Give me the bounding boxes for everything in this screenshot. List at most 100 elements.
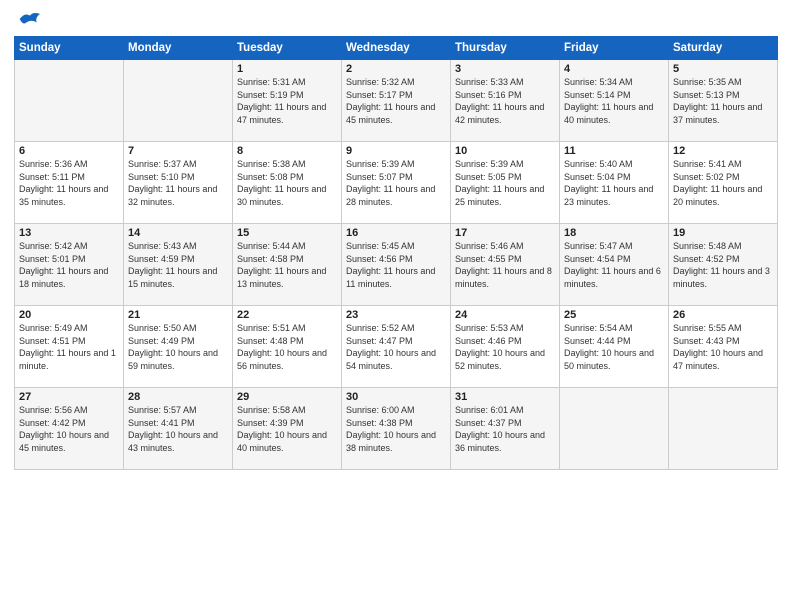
day-number: 3 bbox=[455, 63, 555, 75]
day-cell: 21Sunrise: 5:50 AM Sunset: 4:49 PM Dayli… bbox=[124, 306, 233, 388]
day-cell: 19Sunrise: 5:48 AM Sunset: 4:52 PM Dayli… bbox=[669, 224, 778, 306]
day-info: Sunrise: 5:31 AM Sunset: 5:19 PM Dayligh… bbox=[237, 76, 337, 126]
day-number: 9 bbox=[346, 145, 446, 157]
day-number: 21 bbox=[128, 309, 228, 321]
day-info: Sunrise: 6:01 AM Sunset: 4:37 PM Dayligh… bbox=[455, 404, 555, 454]
day-info: Sunrise: 5:40 AM Sunset: 5:04 PM Dayligh… bbox=[564, 158, 664, 208]
day-number: 16 bbox=[346, 227, 446, 239]
day-cell bbox=[669, 388, 778, 470]
day-info: Sunrise: 5:41 AM Sunset: 5:02 PM Dayligh… bbox=[673, 158, 773, 208]
day-number: 30 bbox=[346, 391, 446, 403]
header-cell-sunday: Sunday bbox=[15, 37, 124, 60]
day-number: 31 bbox=[455, 391, 555, 403]
day-cell bbox=[124, 60, 233, 142]
day-cell: 15Sunrise: 5:44 AM Sunset: 4:58 PM Dayli… bbox=[233, 224, 342, 306]
week-row-2: 6Sunrise: 5:36 AM Sunset: 5:11 PM Daylig… bbox=[15, 142, 778, 224]
day-number: 22 bbox=[237, 309, 337, 321]
day-number: 11 bbox=[564, 145, 664, 157]
day-info: Sunrise: 5:37 AM Sunset: 5:10 PM Dayligh… bbox=[128, 158, 228, 208]
day-info: Sunrise: 5:34 AM Sunset: 5:14 PM Dayligh… bbox=[564, 76, 664, 126]
day-number: 7 bbox=[128, 145, 228, 157]
day-cell: 18Sunrise: 5:47 AM Sunset: 4:54 PM Dayli… bbox=[560, 224, 669, 306]
day-number: 20 bbox=[19, 309, 119, 321]
week-row-1: 1Sunrise: 5:31 AM Sunset: 5:19 PM Daylig… bbox=[15, 60, 778, 142]
day-cell: 26Sunrise: 5:55 AM Sunset: 4:43 PM Dayli… bbox=[669, 306, 778, 388]
day-info: Sunrise: 5:32 AM Sunset: 5:17 PM Dayligh… bbox=[346, 76, 446, 126]
day-cell: 22Sunrise: 5:51 AM Sunset: 4:48 PM Dayli… bbox=[233, 306, 342, 388]
day-cell: 25Sunrise: 5:54 AM Sunset: 4:44 PM Dayli… bbox=[560, 306, 669, 388]
day-info: Sunrise: 5:47 AM Sunset: 4:54 PM Dayligh… bbox=[564, 240, 664, 290]
day-number: 29 bbox=[237, 391, 337, 403]
day-cell: 17Sunrise: 5:46 AM Sunset: 4:55 PM Dayli… bbox=[451, 224, 560, 306]
day-number: 8 bbox=[237, 145, 337, 157]
day-cell: 14Sunrise: 5:43 AM Sunset: 4:59 PM Dayli… bbox=[124, 224, 233, 306]
day-cell: 2Sunrise: 5:32 AM Sunset: 5:17 PM Daylig… bbox=[342, 60, 451, 142]
day-info: Sunrise: 5:55 AM Sunset: 4:43 PM Dayligh… bbox=[673, 322, 773, 372]
day-cell: 7Sunrise: 5:37 AM Sunset: 5:10 PM Daylig… bbox=[124, 142, 233, 224]
day-cell: 13Sunrise: 5:42 AM Sunset: 5:01 PM Dayli… bbox=[15, 224, 124, 306]
day-info: Sunrise: 5:48 AM Sunset: 4:52 PM Dayligh… bbox=[673, 240, 773, 290]
day-info: Sunrise: 5:42 AM Sunset: 5:01 PM Dayligh… bbox=[19, 240, 119, 290]
day-cell: 31Sunrise: 6:01 AM Sunset: 4:37 PM Dayli… bbox=[451, 388, 560, 470]
day-info: Sunrise: 5:33 AM Sunset: 5:16 PM Dayligh… bbox=[455, 76, 555, 126]
day-number: 12 bbox=[673, 145, 773, 157]
day-cell: 16Sunrise: 5:45 AM Sunset: 4:56 PM Dayli… bbox=[342, 224, 451, 306]
day-cell: 4Sunrise: 5:34 AM Sunset: 5:14 PM Daylig… bbox=[560, 60, 669, 142]
day-number: 10 bbox=[455, 145, 555, 157]
day-info: Sunrise: 6:00 AM Sunset: 4:38 PM Dayligh… bbox=[346, 404, 446, 454]
day-cell: 20Sunrise: 5:49 AM Sunset: 4:51 PM Dayli… bbox=[15, 306, 124, 388]
day-cell: 23Sunrise: 5:52 AM Sunset: 4:47 PM Dayli… bbox=[342, 306, 451, 388]
day-cell: 12Sunrise: 5:41 AM Sunset: 5:02 PM Dayli… bbox=[669, 142, 778, 224]
day-number: 28 bbox=[128, 391, 228, 403]
day-info: Sunrise: 5:44 AM Sunset: 4:58 PM Dayligh… bbox=[237, 240, 337, 290]
day-cell: 1Sunrise: 5:31 AM Sunset: 5:19 PM Daylig… bbox=[233, 60, 342, 142]
day-number: 26 bbox=[673, 309, 773, 321]
header-cell-friday: Friday bbox=[560, 37, 669, 60]
day-cell: 8Sunrise: 5:38 AM Sunset: 5:08 PM Daylig… bbox=[233, 142, 342, 224]
day-number: 5 bbox=[673, 63, 773, 75]
day-info: Sunrise: 5:51 AM Sunset: 4:48 PM Dayligh… bbox=[237, 322, 337, 372]
day-cell: 6Sunrise: 5:36 AM Sunset: 5:11 PM Daylig… bbox=[15, 142, 124, 224]
day-info: Sunrise: 5:49 AM Sunset: 4:51 PM Dayligh… bbox=[19, 322, 119, 372]
day-number: 24 bbox=[455, 309, 555, 321]
day-info: Sunrise: 5:39 AM Sunset: 5:07 PM Dayligh… bbox=[346, 158, 446, 208]
day-number: 1 bbox=[237, 63, 337, 75]
week-row-5: 27Sunrise: 5:56 AM Sunset: 4:42 PM Dayli… bbox=[15, 388, 778, 470]
day-info: Sunrise: 5:46 AM Sunset: 4:55 PM Dayligh… bbox=[455, 240, 555, 290]
day-number: 14 bbox=[128, 227, 228, 239]
day-info: Sunrise: 5:43 AM Sunset: 4:59 PM Dayligh… bbox=[128, 240, 228, 290]
day-info: Sunrise: 5:52 AM Sunset: 4:47 PM Dayligh… bbox=[346, 322, 446, 372]
header-row: SundayMondayTuesdayWednesdayThursdayFrid… bbox=[15, 37, 778, 60]
week-row-4: 20Sunrise: 5:49 AM Sunset: 4:51 PM Dayli… bbox=[15, 306, 778, 388]
calendar-container: SundayMondayTuesdayWednesdayThursdayFrid… bbox=[0, 0, 792, 612]
day-cell: 10Sunrise: 5:39 AM Sunset: 5:05 PM Dayli… bbox=[451, 142, 560, 224]
header-cell-saturday: Saturday bbox=[669, 37, 778, 60]
day-number: 6 bbox=[19, 145, 119, 157]
day-cell: 29Sunrise: 5:58 AM Sunset: 4:39 PM Dayli… bbox=[233, 388, 342, 470]
logo-bird-icon bbox=[18, 10, 40, 28]
day-number: 27 bbox=[19, 391, 119, 403]
header bbox=[14, 10, 778, 28]
day-info: Sunrise: 5:39 AM Sunset: 5:05 PM Dayligh… bbox=[455, 158, 555, 208]
day-cell: 5Sunrise: 5:35 AM Sunset: 5:13 PM Daylig… bbox=[669, 60, 778, 142]
day-cell: 28Sunrise: 5:57 AM Sunset: 4:41 PM Dayli… bbox=[124, 388, 233, 470]
week-row-3: 13Sunrise: 5:42 AM Sunset: 5:01 PM Dayli… bbox=[15, 224, 778, 306]
day-number: 19 bbox=[673, 227, 773, 239]
day-cell: 11Sunrise: 5:40 AM Sunset: 5:04 PM Dayli… bbox=[560, 142, 669, 224]
day-info: Sunrise: 5:53 AM Sunset: 4:46 PM Dayligh… bbox=[455, 322, 555, 372]
day-number: 13 bbox=[19, 227, 119, 239]
day-number: 4 bbox=[564, 63, 664, 75]
day-number: 18 bbox=[564, 227, 664, 239]
header-cell-tuesday: Tuesday bbox=[233, 37, 342, 60]
day-number: 17 bbox=[455, 227, 555, 239]
day-info: Sunrise: 5:56 AM Sunset: 4:42 PM Dayligh… bbox=[19, 404, 119, 454]
day-cell: 9Sunrise: 5:39 AM Sunset: 5:07 PM Daylig… bbox=[342, 142, 451, 224]
day-cell bbox=[15, 60, 124, 142]
day-info: Sunrise: 5:54 AM Sunset: 4:44 PM Dayligh… bbox=[564, 322, 664, 372]
header-cell-monday: Monday bbox=[124, 37, 233, 60]
day-info: Sunrise: 5:58 AM Sunset: 4:39 PM Dayligh… bbox=[237, 404, 337, 454]
day-cell: 3Sunrise: 5:33 AM Sunset: 5:16 PM Daylig… bbox=[451, 60, 560, 142]
header-cell-thursday: Thursday bbox=[451, 37, 560, 60]
day-number: 25 bbox=[564, 309, 664, 321]
logo bbox=[14, 10, 40, 28]
